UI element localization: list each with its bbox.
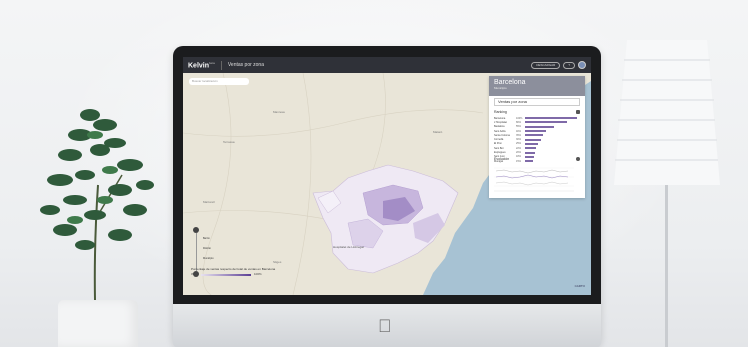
download-button[interactable]: DESCARGAR: [531, 61, 561, 69]
ranking-title: Ranking: [494, 110, 507, 114]
ranking-value: 20%: [516, 151, 522, 155]
ranking-bar: [525, 138, 541, 141]
ranking-value: 25%: [516, 142, 522, 146]
app-brand[interactable]: Kelvinbeta: [188, 61, 215, 69]
app-topbar: Kelvinbeta Ventas por zona DESCARGAR ?: [183, 57, 591, 73]
ranking-bar: [525, 155, 535, 158]
apple-logo-icon: : [378, 316, 392, 337]
panel-subtitle: Municipio: [494, 86, 507, 90]
ranking-name: Santa Coloma: [494, 133, 510, 137]
map-legend: Porcentaje de ventas respecto del total …: [191, 267, 311, 276]
help-button[interactable]: ?: [563, 61, 575, 69]
ranking-value: 22%: [516, 146, 522, 150]
ranking-bar: [525, 117, 577, 120]
ranking-value: 35%: [516, 133, 522, 137]
evolution-title: Evolución: [494, 157, 510, 161]
ranking-name: Barcelona: [494, 116, 506, 120]
info-panel: Barcelona Municipio Ventas por zona Rank…: [489, 76, 585, 198]
topbar-actions: DESCARGAR ?: [531, 61, 586, 69]
svg-text:Terrassa: Terrassa: [223, 140, 235, 144]
svg-text:Martorell: Martorell: [203, 200, 215, 204]
ranking-value: 18%: [516, 155, 522, 159]
legend-title: Porcentaje de ventas respecto del total …: [191, 267, 276, 271]
monitor:  TerrassaManresa MartorellHospitalet: [173, 46, 601, 347]
evolution-chart: [494, 167, 574, 192]
ranking-name: Sant Adrià: [494, 129, 506, 133]
topbar-divider: [220, 60, 222, 70]
zoom-track: [196, 233, 197, 271]
legend-max: 100%: [254, 272, 262, 276]
panel-header: Barcelona Municipio: [489, 76, 585, 96]
ranking-bar: [525, 130, 546, 133]
ranking-name: Sant Boi: [494, 146, 504, 150]
ranking-bar: [525, 134, 544, 137]
metric-selector[interactable]: Ventas por zona: [494, 98, 580, 106]
ranking-bar: [525, 151, 536, 154]
map-attribution[interactable]: CARTO: [575, 284, 585, 288]
ranking-value: 55%: [516, 125, 522, 129]
svg-text:Hospitalet de Llobregat: Hospitalet de Llobregat: [333, 245, 364, 249]
ranking-name: Esplugues: [494, 151, 506, 155]
ranking-name: El Prat: [494, 142, 502, 146]
ranking-name: Badalona: [494, 125, 505, 129]
ranking-value: 100%: [516, 116, 523, 120]
ranking-value: 40%: [516, 129, 522, 133]
zoom-label-0[interactable]: Barrio: [203, 237, 210, 240]
avatar[interactable]: [578, 61, 586, 69]
ranking-bar: [525, 121, 567, 124]
ranking-name: L'Hospitalet: [494, 120, 507, 124]
panel-city: Barcelona: [494, 79, 526, 86]
app-screen: Terrassa Manresa Martorell Hospitalet de L…: [183, 57, 591, 295]
lamp-decoration: [614, 40, 720, 347]
evolution-info-icon[interactable]: [576, 157, 580, 161]
legend-gradient: [201, 274, 251, 276]
page-title: Ventas por zona: [227, 62, 264, 68]
ranking-value: 80%: [516, 120, 522, 124]
ranking-menu-icon[interactable]: [576, 110, 580, 114]
svg-text:Mataró: Mataró: [433, 130, 443, 134]
zoom-label-1[interactable]: Distrito: [203, 247, 211, 250]
ranking-bar: [525, 142, 538, 145]
ranking-bar: [525, 147, 537, 150]
plant-pot: [58, 300, 138, 347]
ranking-bar: [525, 125, 554, 128]
legend-min: 0%: [191, 272, 196, 276]
zoom-label-2[interactable]: Municipio: [203, 257, 214, 260]
ranking-value: 30%: [516, 138, 522, 142]
svg-text:Sitges: Sitges: [273, 260, 282, 264]
search-input[interactable]: Buscar localización: [189, 78, 249, 85]
ranking-name: Cornellà: [494, 138, 504, 142]
ranking-bar: [525, 160, 533, 163]
svg-text:Manresa: Manresa: [273, 110, 285, 114]
